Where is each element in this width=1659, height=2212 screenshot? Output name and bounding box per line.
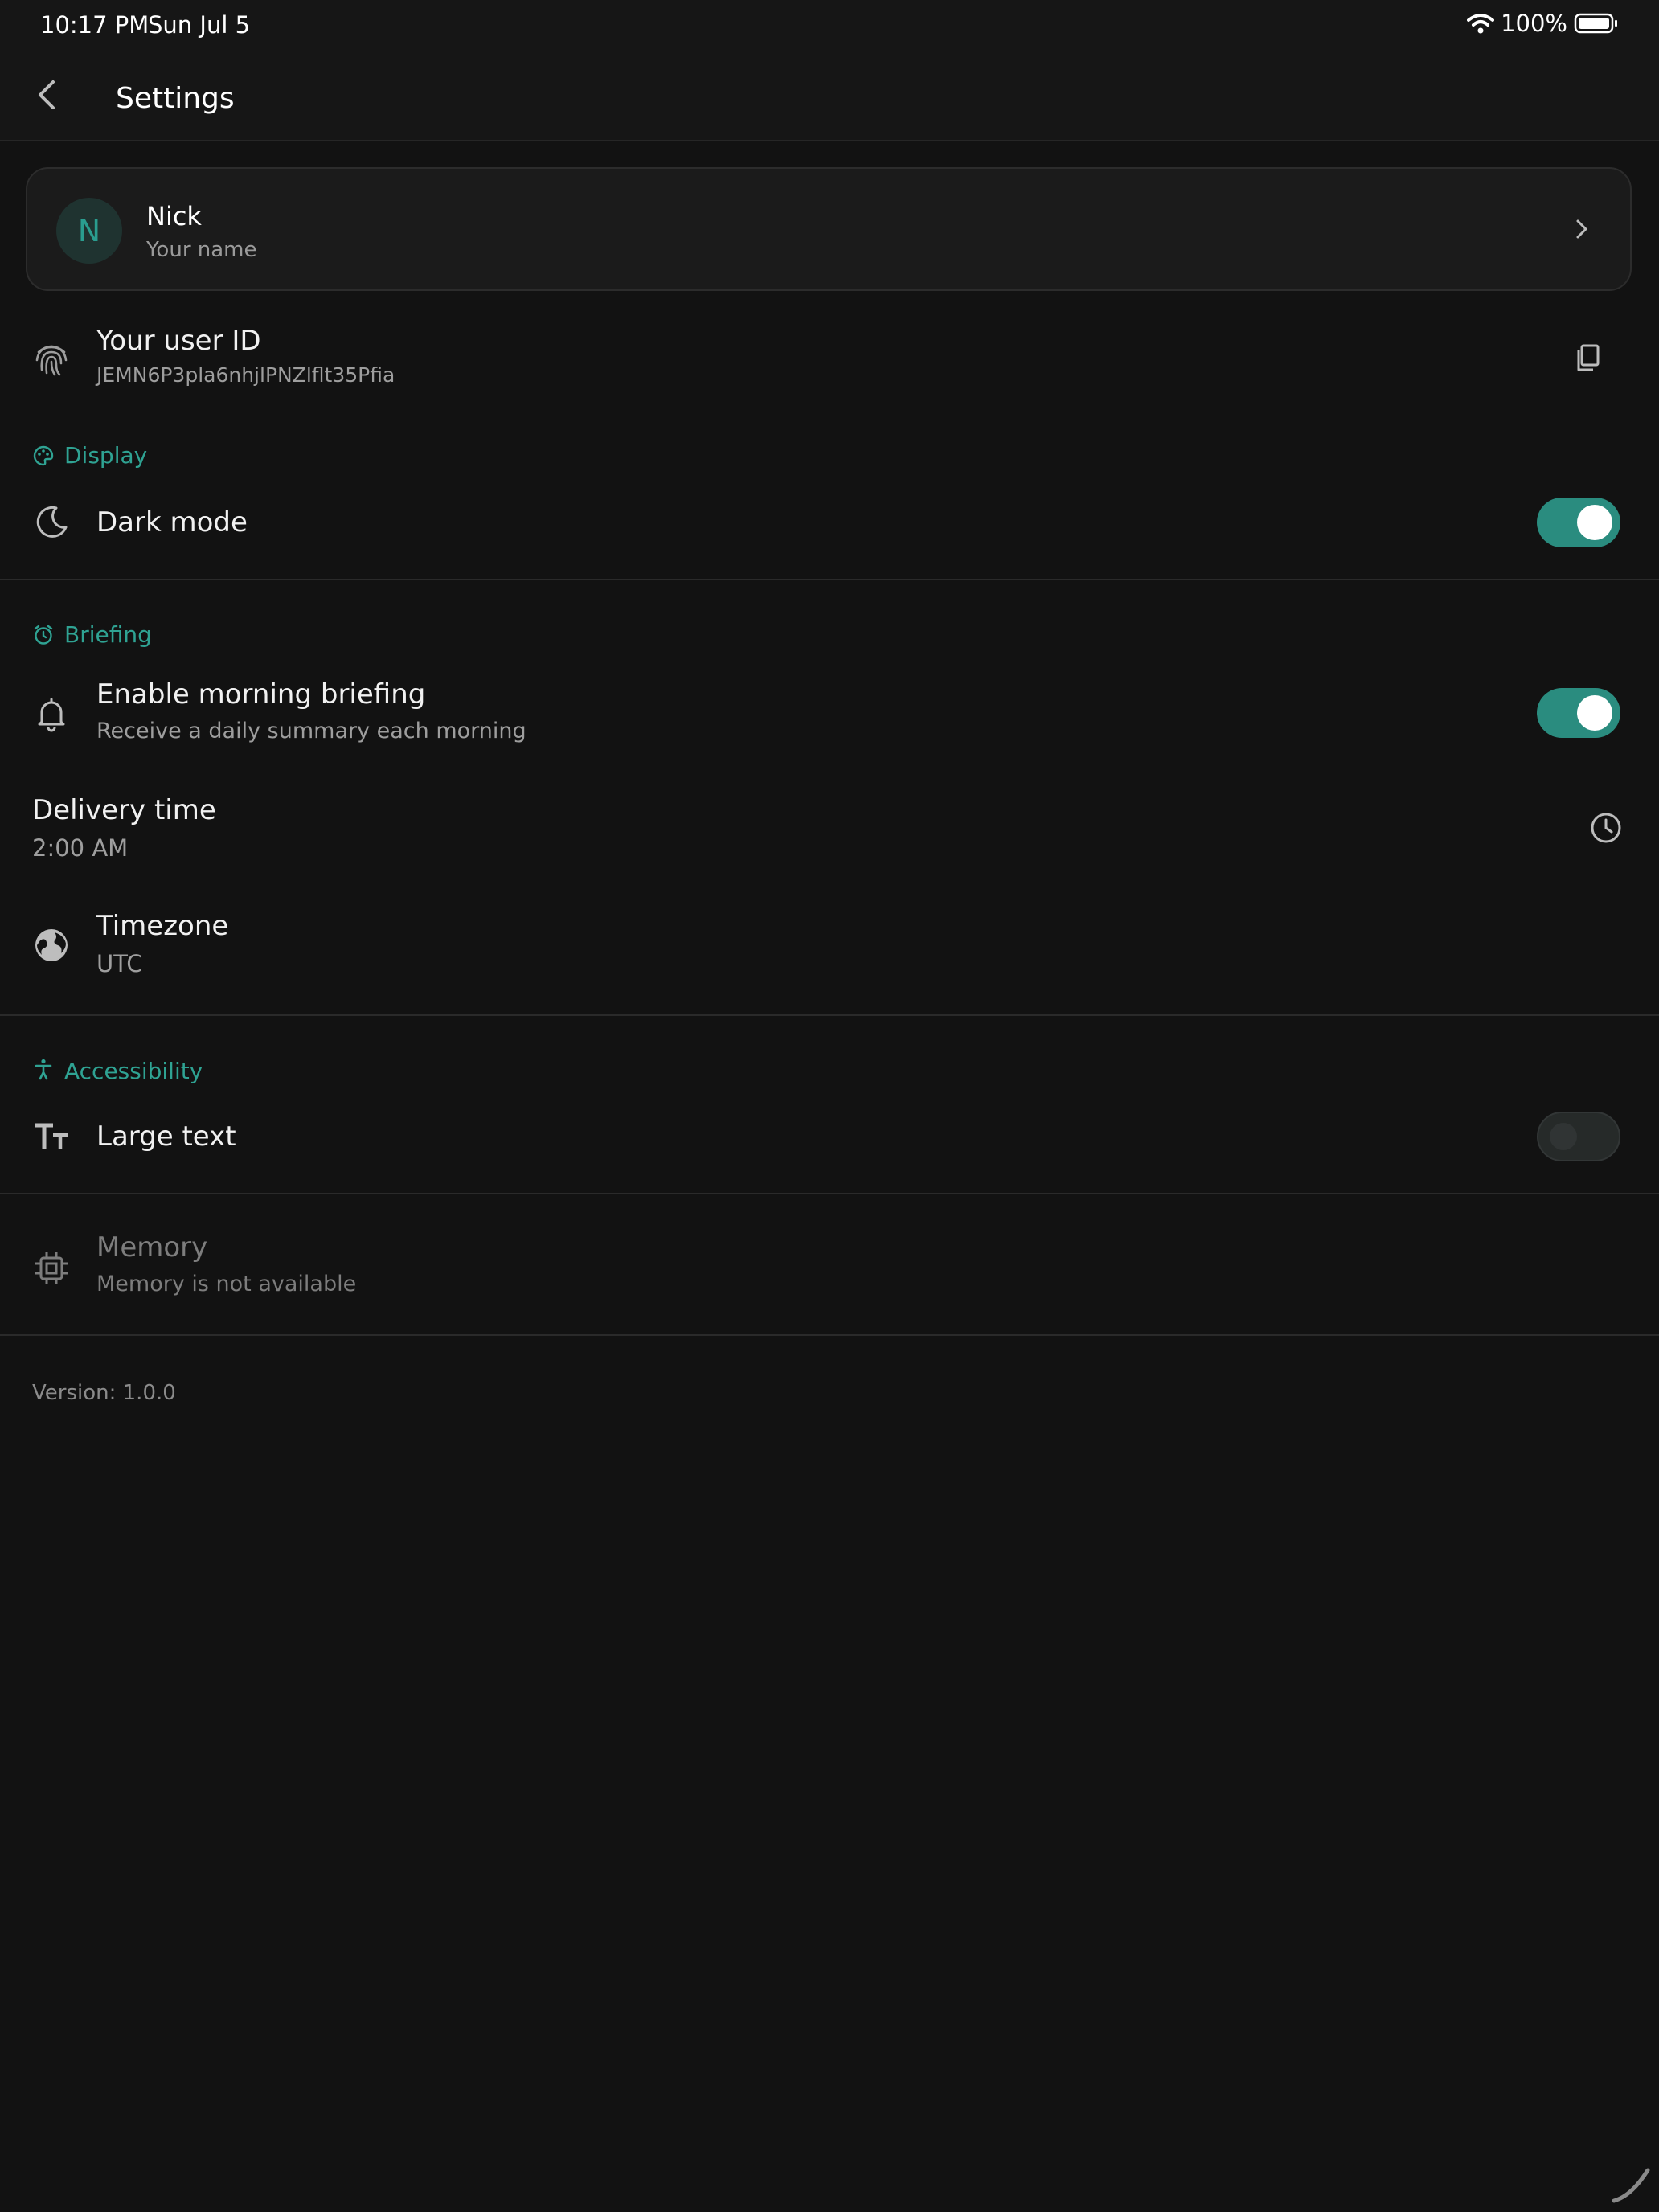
dark-mode-row[interactable]: Dark mode: [0, 482, 1659, 563]
divider: [0, 1014, 1659, 1016]
wifi-icon: [1467, 14, 1495, 34]
large-text-label: Large text: [96, 1120, 236, 1153]
divider: [0, 579, 1659, 580]
memory-row: Memory Memory is not available: [0, 1222, 1659, 1318]
profile-name: Nick: [146, 201, 202, 231]
section-accessibility: Accessibility: [64, 1058, 203, 1084]
chevron-right-icon: [1576, 219, 1587, 239]
delivery-time-value: 2:00 AM: [32, 834, 129, 862]
morning-briefing-toggle[interactable]: [1537, 688, 1620, 738]
version-text: Version: 1.0.0: [32, 1381, 176, 1405]
timezone-value: UTC: [96, 950, 143, 977]
battery-icon: [1574, 13, 1617, 34]
profile-subtitle: Your name: [146, 238, 257, 262]
morning-briefing-label: Enable morning briefing: [96, 678, 426, 711]
bell-icon: [38, 698, 65, 732]
user-id-title: Your user ID: [96, 325, 261, 357]
section-briefing: Briefing: [64, 621, 152, 648]
page-title: Settings: [116, 82, 235, 115]
large-text-row[interactable]: Large text: [0, 1098, 1659, 1178]
large-text-toggle[interactable]: [1537, 1112, 1620, 1161]
avatar: N: [56, 198, 122, 264]
status-date: Sun Jul 5: [148, 11, 251, 39]
dark-mode-toggle[interactable]: [1537, 498, 1620, 547]
status-time: 10:17 PM: [40, 11, 150, 39]
alarm-icon: [34, 625, 53, 645]
delivery-time-label: Delivery time: [32, 794, 216, 826]
profile-card[interactable]: N Nick Your name: [26, 167, 1632, 291]
globe-icon: [35, 929, 68, 961]
toggle-knob: [1577, 505, 1612, 540]
user-id-value: JEMN6P3pla6nhjlPNZlflt35Pfia: [96, 363, 395, 387]
clock-icon[interactable]: [1588, 810, 1624, 846]
memory-subtitle: Memory is not available: [96, 1272, 357, 1296]
timezone-row[interactable]: Timezone UTC: [0, 900, 1659, 997]
timezone-label: Timezone: [96, 910, 229, 942]
fingerprint-icon: [35, 345, 68, 376]
palette-icon: [33, 445, 54, 466]
back-arrow-icon[interactable]: [29, 76, 68, 114]
resize-handle-icon[interactable]: [1608, 2162, 1653, 2207]
section-display: Display: [64, 442, 148, 469]
divider: [0, 1193, 1659, 1194]
toggle-knob: [1577, 695, 1612, 731]
status-bar: 10:17 PM Sun Jul 5 100%: [0, 0, 1659, 51]
morning-briefing-row[interactable]: Enable morning briefing Receive a daily …: [0, 667, 1659, 764]
delivery-time-row[interactable]: Delivery time 2:00 AM: [0, 784, 1659, 881]
status-right: 100%: [1467, 10, 1619, 37]
text-size-icon: [35, 1123, 68, 1149]
app-bar: Settings: [0, 51, 1659, 141]
morning-briefing-subtitle: Receive a daily summary each morning: [96, 719, 526, 743]
memory-label: Memory: [96, 1231, 208, 1264]
accessibility-icon: [35, 1059, 52, 1080]
toggle-knob: [1550, 1123, 1577, 1150]
moon-icon: [36, 506, 68, 538]
chip-icon: [35, 1252, 68, 1284]
battery-percent: 100%: [1501, 10, 1567, 37]
user-id-row: Your user ID JEMN6P3pla6nhjlPNZlflt35Pfi…: [0, 315, 1659, 403]
copy-icon[interactable]: [1571, 341, 1606, 376]
divider: [0, 1334, 1659, 1336]
dark-mode-label: Dark mode: [96, 506, 248, 539]
